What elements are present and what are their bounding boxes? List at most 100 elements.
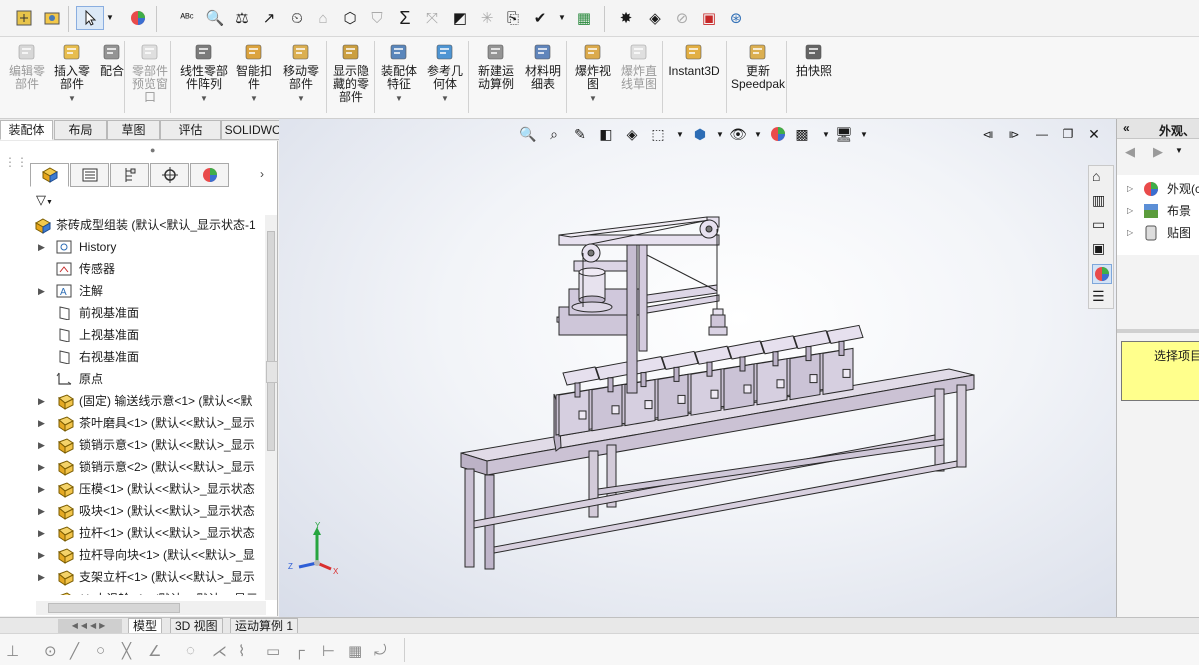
chevron-down-icon[interactable]: ▼ bbox=[280, 92, 322, 105]
appearance-icon[interactable] bbox=[128, 8, 148, 28]
close-icon[interactable]: ✕ bbox=[1085, 125, 1103, 143]
construction-icon[interactable]: ┌ bbox=[294, 642, 305, 659]
tab-2[interactable]: 草图 bbox=[107, 120, 160, 140]
tab-property-manager[interactable] bbox=[70, 163, 109, 187]
tree-item[interactable]: ▶ 锁销示意<2> (默认<<默认>_显示 bbox=[0, 457, 265, 478]
chevron-down-icon[interactable]: ▼ bbox=[234, 92, 274, 105]
section-icon[interactable]: ◩ bbox=[450, 8, 470, 28]
tree-item[interactable]: ▶ History bbox=[0, 237, 265, 258]
chevron-down-icon[interactable]: ▼ bbox=[424, 92, 466, 105]
angle-icon[interactable]: ∠ bbox=[148, 642, 161, 660]
section-view-icon[interactable]: ◧ bbox=[597, 125, 615, 143]
collapse-icon[interactable]: « bbox=[1123, 121, 1130, 135]
assembly-feature-button[interactable]: 装配体 特征 ▼ bbox=[378, 41, 420, 105]
expand-arrow-icon[interactable]: ▶ bbox=[38, 589, 48, 595]
rectangle-icon[interactable]: ▭ bbox=[266, 642, 280, 660]
measure-icon[interactable]: 🔍 bbox=[205, 8, 225, 28]
expand-arrow-icon[interactable]: ▶ bbox=[38, 501, 48, 522]
tree-item[interactable]: 上视基准面 bbox=[0, 325, 265, 346]
linear-pattern-button[interactable]: 线性零部 件阵列 ▼ bbox=[176, 41, 232, 105]
new-motion-study-button[interactable]: 新建运 动算例 bbox=[474, 41, 518, 91]
copy-icon[interactable]: ⎘ bbox=[503, 8, 523, 28]
expand-arrow-icon[interactable]: ▷ bbox=[1127, 179, 1133, 199]
hole-icon[interactable]: ◈ bbox=[645, 8, 665, 28]
tab-dimxpert[interactable] bbox=[150, 163, 189, 187]
restore-left-icon[interactable]: ⧏ bbox=[979, 125, 997, 143]
rotate-icon[interactable]: ⤾ bbox=[374, 642, 387, 659]
chevron-down-icon[interactable]: ▼ bbox=[556, 8, 568, 28]
tree-item[interactable]: ▶ 吸块<1> (默认<<默认>_显示状态 bbox=[0, 501, 265, 522]
design-library-icon[interactable]: ▥ bbox=[1092, 192, 1105, 209]
view-settings-icon[interactable]: 🖥 bbox=[835, 125, 853, 143]
expand-arrow-icon[interactable]: ▶ bbox=[38, 567, 48, 588]
tree-item[interactable]: ▶ A 注解 bbox=[0, 281, 265, 302]
pane-splitter[interactable] bbox=[1117, 329, 1199, 333]
chevron-down-icon[interactable]: ▼ bbox=[52, 92, 92, 105]
tab-1[interactable]: 布局 bbox=[54, 120, 107, 140]
expand-arrow-icon[interactable]: ▶ bbox=[38, 413, 48, 434]
show-hidden-button[interactable]: 显示隐 藏的零 部件 bbox=[330, 41, 372, 104]
grid-icon[interactable]: ▦ bbox=[348, 642, 362, 660]
assembly-model[interactable] bbox=[449, 199, 989, 579]
speedpak-button[interactable]: 更新 Speedpak bbox=[730, 41, 786, 91]
line-icon[interactable]: ╱ bbox=[70, 642, 79, 660]
expand-arrow-icon[interactable]: ▶ bbox=[38, 457, 48, 478]
tree-item[interactable]: ▶ (固定) 输送线示意<1> (默认<<默 bbox=[0, 391, 265, 412]
insert-component-button[interactable]: 插入零 部件 ▼ bbox=[52, 41, 92, 105]
smart-fasteners-button[interactable]: 智能扣 件 ▼ bbox=[234, 41, 274, 105]
forward-icon[interactable]: ▶ bbox=[1153, 144, 1163, 160]
chevron-down-icon[interactable]: ▼ bbox=[378, 92, 420, 105]
tab-feature-manager[interactable] bbox=[30, 163, 69, 187]
chevron-down-icon[interactable]: ▼ bbox=[855, 125, 873, 143]
expand-arrow-icon[interactable]: ▶ bbox=[38, 391, 48, 412]
panel-grip-icon[interactable]: ● bbox=[150, 145, 155, 155]
tab-3[interactable]: 评估 bbox=[160, 120, 221, 140]
dynamic-annotation-icon[interactable]: ◈ bbox=[623, 125, 641, 143]
tree-item[interactable]: 右视基准面 bbox=[0, 347, 265, 368]
expand-arrow-icon[interactable]: ▷ bbox=[1127, 201, 1133, 221]
mate-button[interactable]: 配合 bbox=[97, 41, 127, 78]
circle-icon[interactable]: ○ bbox=[96, 642, 105, 659]
snapshot-button[interactable]: 拍快照 bbox=[794, 41, 834, 78]
appearance-tree-item[interactable]: ▷ 布景 bbox=[1117, 201, 1199, 221]
chevron-down-icon[interactable]: ▼ bbox=[817, 125, 835, 143]
tree-item[interactable]: 传感器 bbox=[0, 259, 265, 280]
tree-item[interactable]: ▶ (-) 大滑轮<1> (默认<<默认>_显示 bbox=[0, 589, 265, 595]
view-orientation-icon[interactable]: ⬚ bbox=[649, 125, 667, 143]
tree-item[interactable]: ▶ 支架立杆<1> (默认<<默认>_显示 bbox=[0, 567, 265, 588]
tab-0[interactable]: 装配体 bbox=[0, 120, 53, 140]
zoom-area-icon[interactable]: ⌕ bbox=[545, 125, 563, 143]
tangent-icon[interactable]: ╳ bbox=[122, 642, 131, 660]
tab-scroll-arrows[interactable]: ◀◀◀▶ bbox=[58, 619, 122, 633]
mass-properties-icon[interactable]: ⚖ bbox=[232, 8, 252, 28]
tab-display-manager[interactable] bbox=[190, 163, 229, 187]
chevron-down-icon[interactable]: ▼ bbox=[572, 92, 614, 105]
file-explorer-icon[interactable]: ▭ bbox=[1092, 216, 1105, 233]
hscroll-thumb[interactable] bbox=[48, 603, 180, 613]
panel-splitter[interactable] bbox=[266, 361, 278, 383]
graphics-viewport[interactable]: 🔍 ⌕ ✎ ◧ ◈ ⬚ ▼ ⬢ ▼ 👁 ▼ ▩ ▼ 🖥 ▼ ⧏ ⧐ — ❐ ✕ bbox=[279, 119, 1116, 617]
bottom-tab-2[interactable]: 运动算例 1 bbox=[230, 618, 299, 634]
curve-icon[interactable]: ⌇ bbox=[238, 642, 245, 660]
excel-icon[interactable]: ▦ bbox=[574, 8, 594, 28]
trim-icon[interactable]: ⋌ bbox=[212, 642, 227, 660]
chevron-down-icon[interactable]: ▼ bbox=[749, 125, 767, 143]
restore-right-icon[interactable]: ⧐ bbox=[1005, 125, 1023, 143]
arc-icon[interactable]: ◌ bbox=[186, 642, 195, 659]
chevron-down-icon[interactable]: ▼ bbox=[711, 125, 729, 143]
select-arrow-icon[interactable] bbox=[76, 6, 104, 30]
interference-icon[interactable]: ✸ bbox=[616, 8, 636, 28]
appearance-tree-item[interactable]: ▷ 贴图 bbox=[1117, 223, 1199, 243]
expand-arrow-icon[interactable]: ▶ bbox=[38, 281, 48, 302]
chevron-down-icon[interactable]: ▼ bbox=[671, 125, 689, 143]
bottom-tab-0[interactable]: 模型 bbox=[128, 618, 163, 634]
appearances-tab-icon[interactable] bbox=[1092, 264, 1112, 284]
custom-properties-icon[interactable]: ☰ bbox=[1092, 288, 1105, 305]
filter-icon[interactable]: ▽▼ bbox=[36, 192, 53, 208]
exploded-view-button[interactable]: 爆炸视 图 ▼ bbox=[572, 41, 614, 105]
reference-geometry-button[interactable]: 参考几 何体 ▼ bbox=[424, 41, 466, 105]
check-icon[interactable]: ✔ bbox=[530, 8, 550, 28]
tree-item[interactable]: ▶ 锁销示意<1> (默认<<默认>_显示 bbox=[0, 435, 265, 456]
minimize-icon[interactable]: — bbox=[1033, 125, 1051, 143]
view-palette-icon[interactable]: ▣ bbox=[1092, 240, 1105, 257]
